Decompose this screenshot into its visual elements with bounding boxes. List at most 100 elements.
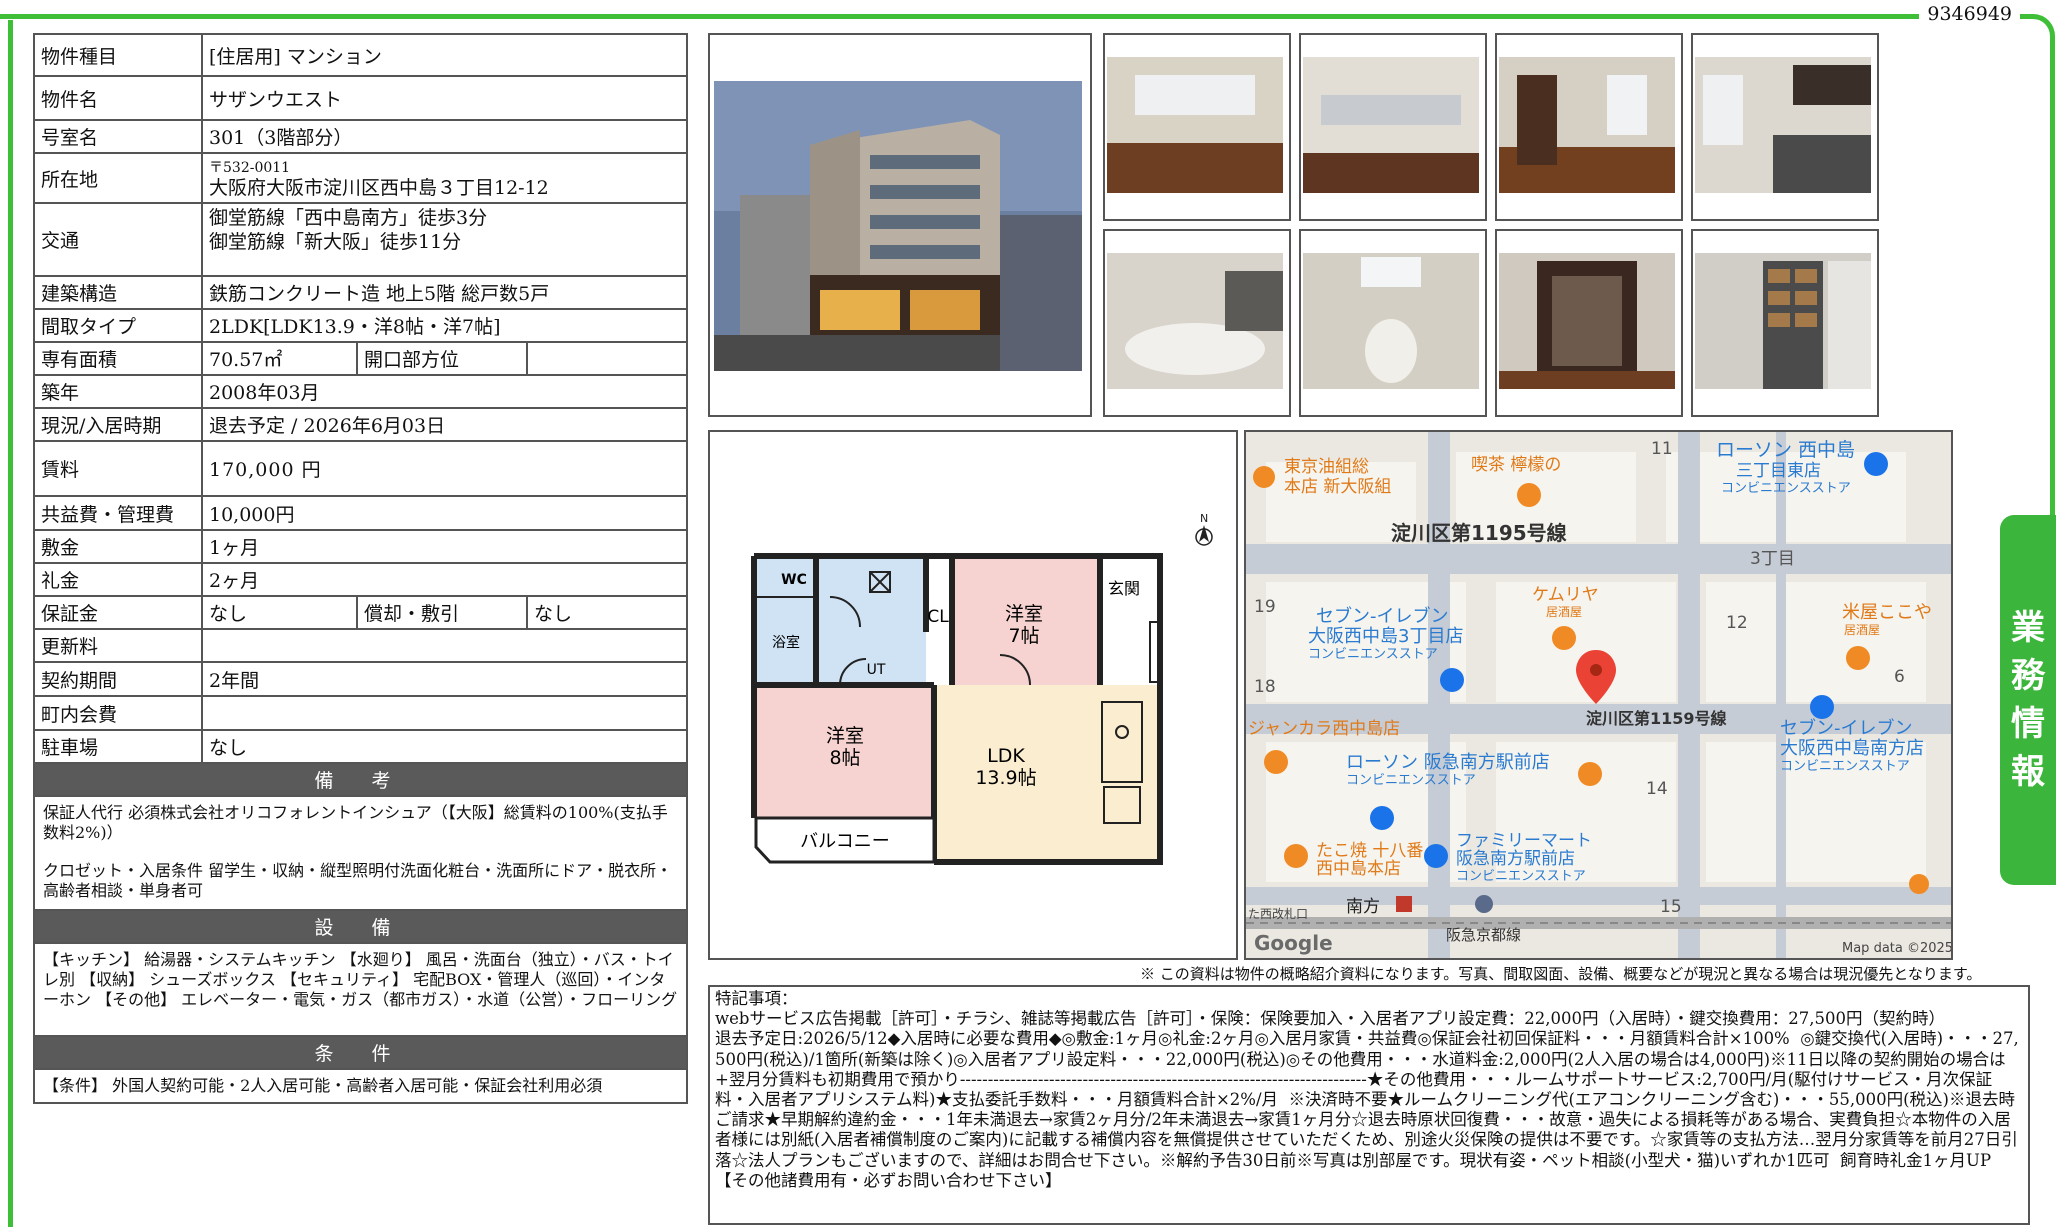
interior-photo-8[interactable] [1691, 229, 1879, 417]
direction-value [525, 341, 689, 376]
location-map[interactable]: 淀川区第1195号線 淀川区第1159号線 東京油組総 本店 新大阪組 喫茶 檸… [1244, 430, 1953, 960]
property-info-table: 物件種目 [住居用] マンション 物件名 サザンウエスト 号室名 301（3階部… [32, 33, 689, 1104]
north-label: N [1200, 512, 1208, 525]
structure-value: 鉄筋コンクリート造 地上5階 総戸数5戸 [200, 275, 689, 310]
interior-photo-1[interactable] [1103, 33, 1291, 221]
poi-lawson-station-1: ローソン 阪急南方駅前店 [1346, 752, 1550, 773]
photo-image [1107, 57, 1283, 193]
restaurant-icon[interactable] [1284, 844, 1308, 868]
renewal-value [200, 628, 689, 663]
deposit-label: 敷金 [33, 529, 203, 564]
poi-familymart-2: 阪急南方駅前店 [1456, 849, 1575, 869]
poi-west-gate: た西改札口 [1248, 907, 1308, 921]
built-value: 2008年03月 [200, 374, 689, 409]
town-value [200, 695, 689, 731]
row-parking: 駐車場 なし [33, 729, 689, 764]
floor-plan[interactable]: N WC 浴室 UT CL 玄関 洋室 7帖 洋室 8帖 LDK 13.9帖 バ… [708, 430, 1238, 960]
building-exterior-photo[interactable] [708, 33, 1092, 417]
fee-label: 共益費・管理費 [33, 495, 203, 531]
store-icon[interactable] [1864, 452, 1888, 476]
block-18: 18 [1254, 677, 1276, 697]
karaoke-icon[interactable] [1264, 750, 1288, 774]
row-address: 所在地 〒532-0011 大阪府大阪市淀川区西中島３丁目12-12 [33, 152, 689, 204]
ldk-name: LDK [987, 745, 1025, 767]
poi-seven-3chome-1: セブン-イレブン [1316, 605, 1449, 627]
remarks-text-1: 保証人代行 必須株式会社オリコフォレントインシュア（【大阪】総賃料の100%(支… [43, 803, 668, 842]
restaurant-icon[interactable] [1552, 626, 1576, 650]
photo-image [1695, 253, 1871, 389]
row-facilities-head: 設 備 [32, 909, 689, 944]
row-contract: 契約期間 2年間 [33, 661, 689, 697]
restaurant-icon[interactable] [1253, 466, 1275, 488]
layout-value: 2LDK[LDK13.9・洋8帖・洋7帖] [200, 308, 689, 343]
row-conditions: 【条件】 外国人契約可能・2人入居可能・高齢者入居可能・保証会社利用必須 [32, 1068, 689, 1104]
row-name: 物件名 サザンウエスト [33, 75, 689, 121]
block-19: 19 [1254, 597, 1276, 617]
name-value: サザンウエスト [200, 75, 689, 121]
area-label: 専有面積 [33, 341, 203, 376]
status-label: 現況/入居時期 [33, 407, 203, 442]
interior-photo-5[interactable] [1103, 229, 1291, 417]
poi-kemuriya-1: ケムリヤ [1532, 585, 1599, 605]
disclaimer-text: ※ この資料は物件の概略紹介資料になります。写真、間取図面、設備、概要などが現況… [1140, 965, 1982, 983]
row-area: 専有面積 70.57㎡ 開口部方位 [33, 341, 689, 376]
row-built: 築年 2008年03月 [33, 374, 689, 409]
interior-photo-2[interactable] [1299, 33, 1487, 221]
interior-photo-7[interactable] [1495, 229, 1683, 417]
row-remarks: 保証人代行 必須株式会社オリコフォレントインシュア（【大阪】総賃料の100%(支… [32, 795, 689, 911]
poi-seven-minami-3: コンビニエンスストア [1780, 759, 1910, 774]
type-value: [住居用] マンション [200, 33, 689, 77]
poi-tokyo-abura-2: 本店 新大阪組 [1284, 477, 1391, 497]
photo-image [1499, 253, 1675, 389]
business-info-tab[interactable]: 業 務 情 報 [2000, 515, 2056, 885]
side-tab-char: 情 [2011, 704, 2045, 744]
photo-image [1695, 57, 1871, 193]
poi-komeya-2: 居酒屋 [1844, 623, 1880, 637]
row-access: 交通 御堂筋線「西中島南方」徒歩3分 御堂筋線「新大阪」徒歩11分 [33, 202, 689, 277]
photo-image [1107, 253, 1283, 389]
restaurant-icon[interactable] [1909, 874, 1929, 894]
renewal-label: 更新料 [33, 628, 203, 663]
restaurant-icon[interactable] [1578, 762, 1602, 786]
poi-kissa: 喫茶 檸檬の [1471, 455, 1561, 475]
photo-image [1303, 57, 1479, 193]
row-structure: 建築構造 鉄筋コンクリート造 地上5階 総戸数5戸 [33, 275, 689, 310]
store-icon[interactable] [1810, 695, 1834, 719]
poi-minamikata-station: 南方 [1346, 897, 1380, 917]
row-layout: 間取タイプ 2LDK[LDK13.9・洋8帖・洋7帖] [33, 308, 689, 343]
photo-image [1303, 253, 1479, 389]
interior-photo-4[interactable] [1691, 33, 1879, 221]
poi-hankyu-line: 阪急京都線 [1446, 926, 1521, 944]
bath-label: 浴室 [772, 634, 800, 651]
photo-image [1499, 57, 1675, 193]
room-value: 301（3階部分） [200, 119, 689, 154]
row-town: 町内会費 [33, 695, 689, 731]
poi-lawson-east-1: ローソン 西中島 [1716, 439, 1855, 461]
remarks-heading: 備 考 [32, 762, 689, 797]
store-icon[interactable] [1440, 668, 1464, 692]
block-3chome: 3丁目 [1750, 549, 1795, 569]
conditions-heading: 条 件 [32, 1035, 689, 1070]
store-icon[interactable] [1370, 806, 1394, 830]
fee-value: 10,000円 [200, 495, 689, 531]
rent-label: 賃料 [33, 440, 203, 497]
notes-body: webサービス広告掲載［許可］・チラシ、雑誌等掲載広告［許可］・保険：保険要加入… [715, 1009, 2019, 1190]
row-remarks-head: 備 考 [32, 762, 689, 797]
restaurant-icon[interactable] [1846, 646, 1870, 670]
interior-photo-6[interactable] [1299, 229, 1487, 417]
google-logo: Google [1254, 931, 1333, 955]
interior-photo-3[interactable] [1495, 33, 1683, 221]
railway-icon [1396, 896, 1412, 912]
row-rent: 賃料 170,000 円 [33, 440, 689, 497]
store-icon[interactable] [1424, 844, 1448, 868]
row-facilities: 【キッチン】 給湯器・システムキッチン 【水廻り】 風呂・洗面台（独立）・バス・… [32, 942, 689, 1037]
building-photo-image [714, 81, 1082, 371]
address-label: 所在地 [33, 152, 203, 204]
structure-label: 建築構造 [33, 275, 203, 310]
poi-seven-minami-1: セブン-イレブン [1780, 717, 1913, 739]
rent-value: 170,000 円 [200, 440, 689, 497]
cafe-icon[interactable] [1517, 483, 1541, 507]
block-11: 11 [1651, 439, 1673, 459]
area-value: 70.57㎡ [201, 341, 358, 376]
block-14: 14 [1646, 779, 1668, 799]
